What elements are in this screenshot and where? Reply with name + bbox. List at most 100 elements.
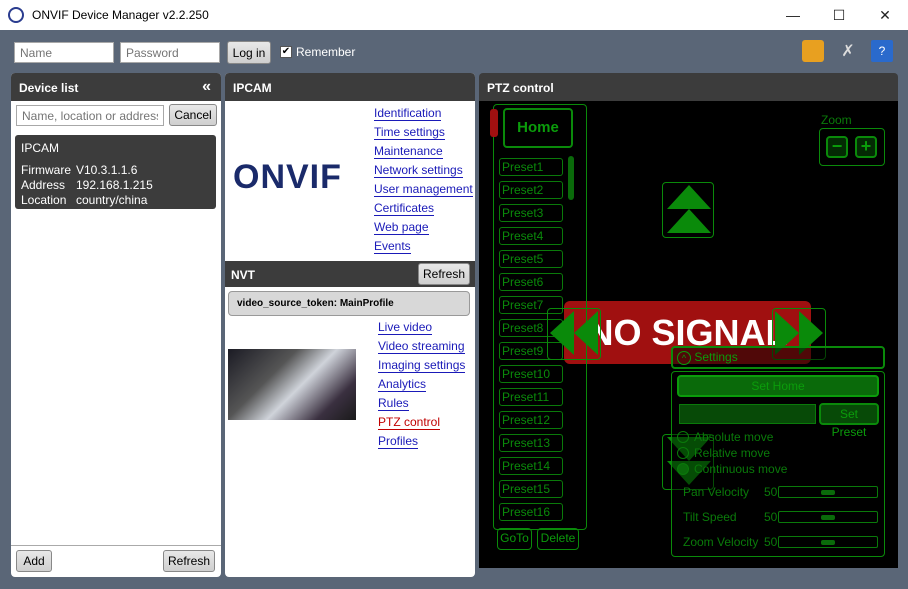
preset-item[interactable]: Preset11 (499, 388, 563, 406)
preset-item[interactable]: Preset16 (499, 503, 563, 521)
device-field-value: V10.3.1.1.6 (76, 163, 138, 177)
minimize-button[interactable]: — (770, 0, 816, 30)
link-rules[interactable]: Rules (378, 396, 409, 411)
preset-item[interactable]: Preset6 (499, 273, 563, 291)
add-button[interactable]: Add (16, 550, 52, 572)
preset-item[interactable]: Preset15 (499, 480, 563, 498)
profile-selector[interactable]: video_source_token: MainProfile (228, 291, 470, 316)
slider-knob[interactable] (821, 490, 835, 495)
device-list-panel: Device list « Cancel IPCAM Firmware V10.3… (11, 73, 221, 577)
slider-knob[interactable] (821, 540, 835, 545)
link-ptz-control[interactable]: PTZ control (378, 415, 441, 430)
close-button[interactable]: ✕ (862, 0, 908, 30)
help-icon[interactable]: ? (871, 40, 893, 62)
title-bar: ONVIF Device Manager v2.2.250 — ☐ ✕ (0, 0, 908, 30)
preset-item[interactable]: Preset1 (499, 158, 563, 176)
device-settings-icon[interactable] (802, 40, 824, 62)
onvif-logo: ONVIF (233, 158, 342, 196)
ptz-panel: PTZ control (479, 73, 898, 101)
mode-label: Absolute move (694, 430, 774, 444)
link-time-settings[interactable]: Time settings (374, 125, 445, 140)
set-preset-button[interactable]: Set Preset (819, 403, 879, 439)
mode-radio[interactable] (677, 431, 689, 443)
device-field-key: Location (21, 193, 67, 207)
pan-left-button[interactable] (547, 308, 601, 360)
velocity-slider[interactable] (778, 486, 878, 498)
pan-up-button[interactable] (662, 182, 714, 238)
link-maintenance[interactable]: Maintenance (374, 144, 443, 159)
zoom-in-button[interactable]: + (855, 136, 877, 158)
mode-label: Continuous move (694, 462, 788, 476)
mode-radio[interactable] (677, 463, 689, 475)
nvt-links: Live video Video streaming Imaging setting… (378, 320, 466, 453)
preset-item[interactable]: Preset13 (499, 434, 563, 452)
link-analytics[interactable]: Analytics (378, 377, 427, 392)
collapse-icon[interactable]: « (202, 78, 211, 96)
video-thumbnail[interactable] (228, 349, 356, 420)
device-field-key: Firmware (21, 163, 71, 177)
ipcam-panel: IPCAM ONVIF Identification Time settings M… (225, 73, 475, 577)
device-card[interactable]: IPCAM Firmware V10.3.1.1.6 Address 192.168.… (15, 135, 216, 209)
ipcam-header: IPCAM (225, 73, 475, 101)
link-web-page[interactable]: Web page (374, 220, 429, 235)
ptz-view: NO SIGNAL Home Preset1 Preset2 Preset3 Pres… (479, 101, 898, 568)
refresh-devices-button[interactable]: Refresh (163, 550, 215, 572)
preset-item[interactable]: Preset5 (499, 250, 563, 268)
home-button[interactable]: Home (503, 108, 573, 148)
preset-scrollbar[interactable] (568, 156, 574, 200)
link-video-streaming[interactable]: Video streaming (378, 339, 465, 354)
password-input[interactable] (120, 42, 220, 63)
link-events[interactable]: Events (374, 239, 411, 254)
maximize-button[interactable]: ☐ (816, 0, 862, 30)
slider-label: Pan Velocity (683, 485, 750, 499)
remember-checkbox[interactable]: ✔ (280, 46, 292, 58)
login-button[interactable]: Log in (227, 41, 271, 64)
slider-label: Zoom Velocity (683, 535, 759, 549)
preset-item[interactable]: Preset2 (499, 181, 563, 199)
preset-item[interactable]: Preset3 (499, 204, 563, 222)
set-home-button[interactable]: Set Home (677, 375, 879, 397)
refresh-nvt-button[interactable]: Refresh (418, 263, 470, 285)
velocity-slider[interactable] (778, 511, 878, 523)
link-imaging-settings[interactable]: Imaging settings (378, 358, 466, 373)
app-icon (8, 7, 24, 23)
device-field-row: Firmware V10.3.1.1.6 (21, 163, 210, 178)
device-name: IPCAM (21, 141, 60, 155)
mode-radio[interactable] (677, 447, 689, 459)
device-fields: Firmware V10.3.1.1.6 Address 192.168.1.215 L… (21, 163, 210, 208)
preset-item[interactable]: Preset14 (499, 457, 563, 475)
link-certificates[interactable]: Certificates (374, 201, 435, 216)
slider-knob[interactable] (821, 515, 835, 520)
preset-item[interactable]: Preset10 (499, 365, 563, 383)
preset-item[interactable]: Preset4 (499, 227, 563, 245)
name-input[interactable] (14, 42, 114, 63)
slider-value: 50 (764, 535, 778, 549)
slider-value: 50 (764, 510, 778, 524)
slider-label: Tilt Speed (683, 510, 737, 524)
cancel-button[interactable]: Cancel (169, 104, 217, 126)
settings-header[interactable]: ^ Settings (671, 346, 885, 369)
remember-label: Remember (296, 45, 356, 59)
link-identification[interactable]: Identification (374, 106, 442, 121)
tools-icon[interactable]: ✗ (837, 40, 859, 62)
ptz-header: PTZ control (479, 73, 898, 101)
link-network-settings[interactable]: Network settings (374, 163, 463, 178)
device-field-value: 192.168.1.215 (76, 178, 153, 192)
device-list-header: Device list « (11, 73, 221, 101)
delete-preset-button[interactable]: Delete (537, 528, 579, 550)
zoom-out-button[interactable]: − (826, 136, 848, 158)
velocity-slider[interactable] (778, 536, 878, 548)
device-search-input[interactable] (16, 105, 164, 126)
device-field-key: Address (21, 178, 66, 192)
home-marker (490, 109, 498, 137)
device-field-value: country/china (76, 193, 148, 207)
link-live-video[interactable]: Live video (378, 320, 433, 335)
link-profiles[interactable]: Profiles (378, 434, 419, 449)
ptz-title: PTZ control (487, 81, 554, 95)
chevron-up-icon: ^ (677, 351, 691, 365)
preset-item[interactable]: Preset12 (499, 411, 563, 429)
preset-name-input[interactable] (679, 404, 816, 424)
goto-button[interactable]: GoTo (497, 528, 532, 550)
link-user-management[interactable]: User management (374, 182, 473, 197)
mode-label: Relative move (694, 446, 771, 460)
